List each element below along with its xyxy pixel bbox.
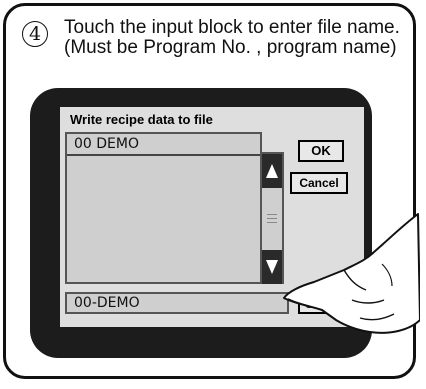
triangle-up-icon	[266, 164, 278, 178]
filename-input[interactable]: 00-DEMO	[65, 292, 289, 314]
instruction-line-2: (Must be Program No. , program name)	[64, 37, 397, 58]
pointing-hand-icon	[283, 213, 420, 334]
cancel-button[interactable]: Cancel	[290, 172, 348, 194]
ok-button[interactable]: OK	[298, 140, 344, 162]
instruction-line-1: Touch the input block to enter file name…	[64, 17, 400, 38]
instruction-text: Touch the input block to enter file name…	[64, 18, 400, 58]
step-number: 4	[22, 21, 48, 47]
file-list[interactable]: 00 DEMO	[65, 132, 262, 284]
list-item[interactable]: 00 DEMO	[67, 134, 260, 156]
scroll-up-button[interactable]	[262, 154, 282, 188]
dialog-title: Write recipe data to file	[70, 112, 213, 127]
